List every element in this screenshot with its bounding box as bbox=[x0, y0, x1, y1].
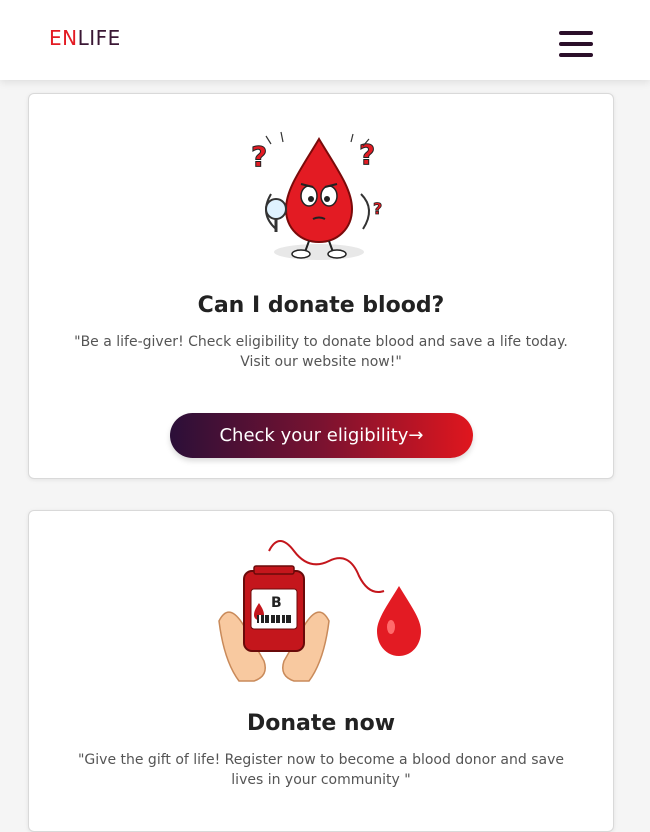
svg-text:?: ? bbox=[251, 140, 267, 173]
app-header: ENLIFE bbox=[0, 0, 650, 80]
blood-bag-hands-icon: B bbox=[218, 540, 421, 682]
confused-blood-drop-icon: ? ? ? bbox=[251, 131, 383, 260]
svg-text:?: ? bbox=[373, 199, 382, 218]
eligibility-card: ? ? ? Can I donate blood? "Be a life-giv… bbox=[28, 93, 614, 479]
card-description: "Give the gift of life! Register now to … bbox=[77, 752, 564, 788]
donate-card: B Donate now "Give the gift of life! Reg… bbox=[28, 510, 614, 832]
logo-prefix: EN bbox=[49, 26, 78, 50]
card-title: Can I donate blood? bbox=[197, 293, 445, 318]
check-eligibility-button[interactable]: Check your eligibility→ bbox=[170, 413, 473, 458]
card-description-line: Visit our website now!" bbox=[240, 354, 402, 370]
blood-type-label: B bbox=[271, 595, 282, 611]
card-description: "Be a life-giver! Check eligibility to d… bbox=[69, 332, 573, 372]
svg-text:?: ? bbox=[359, 138, 375, 171]
card-description-line: "Be a life-giver! Check eligibility to d… bbox=[74, 334, 568, 350]
card-title: Donate now bbox=[246, 711, 396, 736]
logo-suffix: LIFE bbox=[77, 26, 121, 50]
hamburger-menu-icon[interactable] bbox=[559, 31, 593, 59]
brand-logo[interactable]: ENLIFE bbox=[49, 26, 121, 50]
